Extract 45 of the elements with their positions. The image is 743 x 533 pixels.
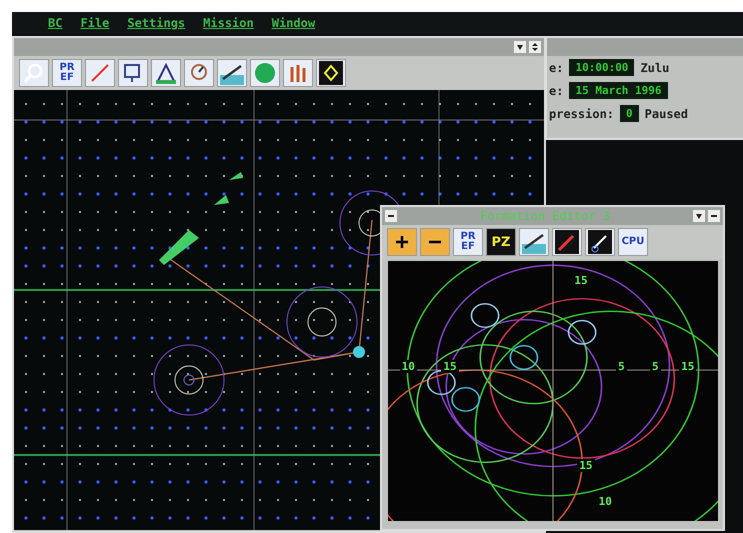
range-label: 15	[572, 274, 590, 287]
field-label: e:	[549, 84, 564, 98]
window-title: Formation Editor 3	[478, 209, 612, 223]
magnifier-icon[interactable]	[19, 59, 49, 87]
gauge-icon[interactable]	[184, 59, 214, 87]
value-field: 15 March 1996	[569, 82, 668, 99]
toolbar-button[interactable]: CPU	[618, 228, 648, 256]
bars-icon[interactable]	[283, 59, 313, 87]
zoom-out-icon[interactable]	[420, 228, 450, 256]
jet-icon[interactable]	[519, 228, 549, 256]
menu-item[interactable]: Mission	[203, 16, 254, 30]
zoom-in-icon[interactable]	[387, 228, 417, 256]
range-label: 15	[577, 458, 594, 472]
range-label: 10	[596, 495, 614, 508]
caret-down-icon	[695, 212, 703, 220]
system-menu-button[interactable]	[385, 210, 397, 222]
scroll-down-button[interactable]	[514, 41, 526, 53]
field-label: pression:	[549, 106, 614, 120]
dash-icon	[387, 212, 395, 220]
caret-down-icon	[516, 43, 524, 51]
satellite-icon[interactable]	[585, 228, 615, 256]
value-field: 10:00:00	[569, 59, 634, 76]
maximize-button[interactable]	[708, 210, 720, 222]
menu-item[interactable]: Settings	[127, 16, 186, 30]
rotate-icon[interactable]	[316, 59, 346, 87]
range-label: 15	[441, 360, 459, 373]
range-label: 15	[679, 360, 696, 373]
menu-item[interactable]: Window	[272, 16, 316, 30]
field-label: Paused	[644, 106, 688, 120]
dash-icon	[710, 212, 718, 220]
menu-item[interactable]: BC	[48, 16, 62, 30]
toolbar-button[interactable]: PZ	[486, 228, 516, 256]
range-label: 5	[650, 360, 661, 373]
up-down-arrows-icon	[531, 43, 539, 51]
jet-icon[interactable]	[217, 59, 247, 87]
monitor-icon[interactable]	[118, 59, 148, 87]
range-label: 5	[616, 360, 627, 373]
menu-item[interactable]: File	[80, 16, 110, 30]
field-label: Zulu	[640, 60, 670, 74]
toolbar-button[interactable]: PR EF	[453, 228, 483, 256]
pref-button[interactable]: PR EF	[52, 59, 82, 87]
value-field: 0	[620, 105, 639, 122]
resize-button[interactable]	[529, 41, 541, 53]
field-label: e:	[549, 60, 564, 74]
minimize-button[interactable]	[693, 210, 705, 222]
